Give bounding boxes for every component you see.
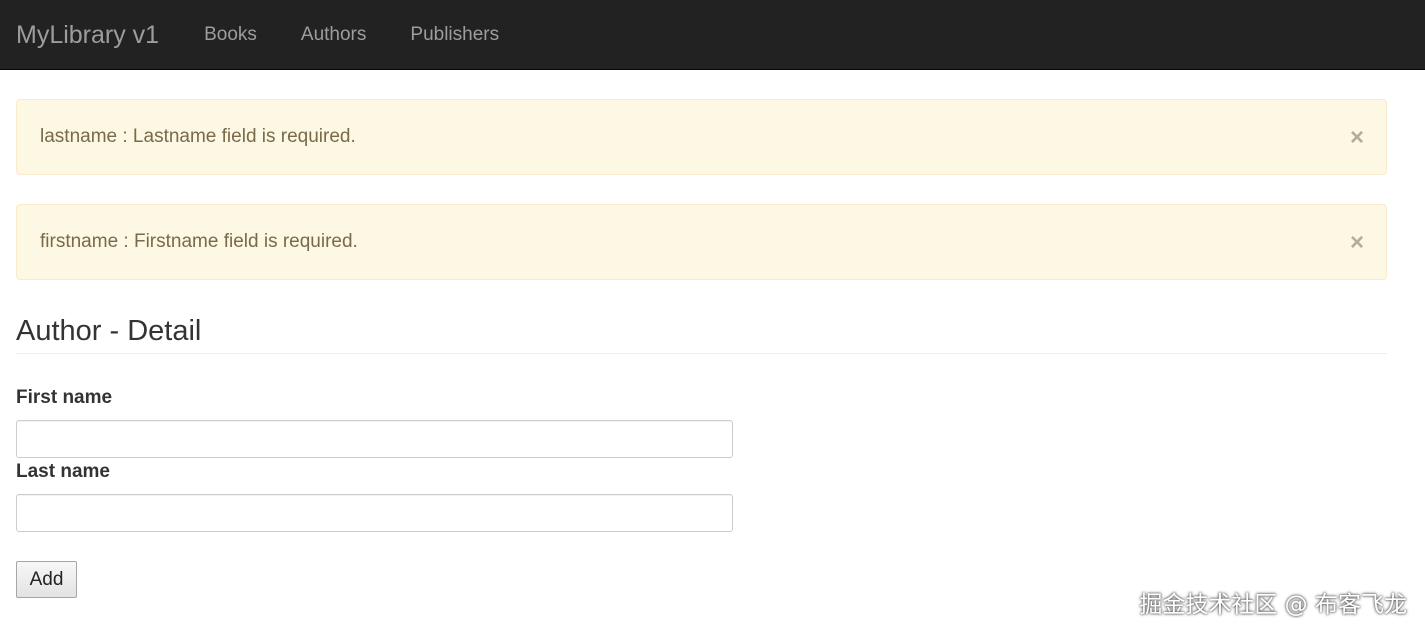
- first-name-input[interactable]: [16, 420, 733, 458]
- nav-item-authors[interactable]: Authors: [279, 0, 388, 70]
- page-title: Author - Detail: [16, 315, 202, 347]
- last-name-input[interactable]: [16, 494, 733, 532]
- alert-message: firstname : Firstname field is required.: [40, 231, 358, 252]
- brand-link[interactable]: MyLibrary v1: [16, 0, 159, 70]
- watermark: 掘金技术社区 @ 布客飞龙: [1139, 592, 1407, 618]
- nav-item-publishers[interactable]: Publishers: [388, 0, 521, 70]
- alert-message: lastname : Lastname field is required.: [40, 126, 356, 147]
- add-button[interactable]: Add: [16, 561, 77, 598]
- alert-lastname-required: lastname : Lastname field is required. ×: [16, 99, 1387, 175]
- first-name-label: First name: [16, 387, 113, 408]
- nav-menu: Books Authors Publishers: [182, 0, 521, 70]
- close-icon[interactable]: ×: [1350, 126, 1364, 150]
- last-name-label: Last name: [16, 461, 110, 482]
- nav-item-books[interactable]: Books: [182, 0, 279, 70]
- top-navbar: MyLibrary v1 Books Authors Publishers: [0, 0, 1425, 70]
- close-icon[interactable]: ×: [1350, 231, 1364, 255]
- page-header: Author - Detail: [16, 312, 1387, 354]
- alert-firstname-required: firstname : Firstname field is required.…: [16, 204, 1387, 280]
